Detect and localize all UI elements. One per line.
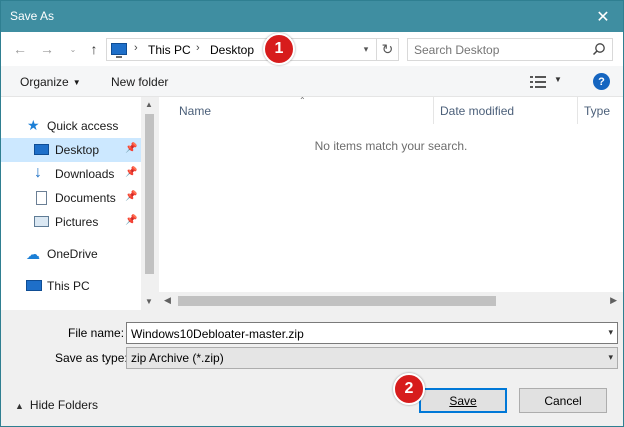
caret-down-icon: ▼ xyxy=(72,78,81,87)
nav-label-documents: Documents xyxy=(55,191,116,205)
star-icon: ★ xyxy=(27,117,40,133)
annotation-badge-2: 2 xyxy=(393,373,425,405)
breadcrumb-chevron-icon[interactable]: › xyxy=(134,42,138,54)
view-details-icon[interactable] xyxy=(530,76,546,88)
scroll-up-icon[interactable]: ▲ xyxy=(145,100,153,109)
file-list-horizontal-scrollbar[interactable]: ◀ ▶ xyxy=(159,292,623,310)
nav-label-pictures: Pictures xyxy=(55,215,99,229)
help-icon[interactable]: ? xyxy=(593,73,610,90)
nav-vertical-scrollbar[interactable]: ▲ ▼ xyxy=(141,97,158,310)
pin-icon[interactable]: 📌 xyxy=(125,167,137,178)
save-as-type-label: Save as type: xyxy=(55,351,128,365)
search-input[interactable] xyxy=(414,41,584,58)
nav-item-downloads[interactable]: ↓ Downloads 📌 xyxy=(1,162,141,186)
column-divider[interactable] xyxy=(577,97,578,124)
up-arrow-icon[interactable]: ↑ xyxy=(85,40,103,58)
breadcrumb-chevron-icon[interactable]: › xyxy=(196,42,200,54)
this-pc-icon xyxy=(111,43,127,58)
scroll-right-icon[interactable]: ▶ xyxy=(610,295,617,306)
nav-item-this-pc[interactable]: This PC xyxy=(1,274,141,298)
hide-folders-button[interactable]: ▲ Hide Folders xyxy=(15,398,98,412)
save-button[interactable]: Save xyxy=(419,388,507,413)
navigation-bar: ← → ⌄ ↑ › This PC › Desktop ▾ ↻ xyxy=(1,32,623,66)
recent-locations-chevron-icon[interactable]: ⌄ xyxy=(64,40,82,58)
organize-label: Organize xyxy=(20,75,69,89)
search-icon[interactable] xyxy=(592,42,606,56)
scroll-left-icon[interactable]: ◀ xyxy=(164,295,171,306)
back-arrow-icon[interactable]: ← xyxy=(11,40,29,58)
column-header-name[interactable]: Name xyxy=(179,97,211,124)
scrollbar-thumb[interactable] xyxy=(145,114,154,274)
annotation-badge-1: 1 xyxy=(263,33,295,65)
file-name-label: File name: xyxy=(68,326,125,340)
forward-arrow-icon[interactable]: → xyxy=(38,40,56,58)
hide-folders-label: Hide Folders xyxy=(29,398,98,412)
pin-icon[interactable]: 📌 xyxy=(125,215,137,226)
file-list: ⌃ Name Date modified Type No items match… xyxy=(159,96,623,310)
scrollbar-thumb[interactable] xyxy=(178,296,496,306)
save-as-type-value: zip Archive (*.zip) xyxy=(131,351,224,365)
column-header-type[interactable]: Type xyxy=(584,97,610,124)
nav-item-onedrive[interactable]: ☁ OneDrive xyxy=(1,242,141,266)
navigation-pane: ★ Quick access Desktop 📌 ↓ Downloads 📌 D… xyxy=(1,97,158,310)
caret-up-icon: ▲ xyxy=(15,401,24,411)
document-icon xyxy=(36,191,47,205)
download-arrow-icon: ↓ xyxy=(34,164,42,181)
nav-label-quick-access: Quick access xyxy=(47,119,119,133)
cancel-button[interactable]: Cancel xyxy=(519,388,607,413)
nav-label-desktop: Desktop xyxy=(55,143,100,157)
search-box[interactable] xyxy=(407,38,613,61)
close-icon[interactable]: ✕ xyxy=(583,1,623,32)
column-header-date-modified[interactable]: Date modified xyxy=(440,97,514,124)
nav-item-documents[interactable]: Documents 📌 xyxy=(1,186,141,210)
view-options-chevron-icon[interactable]: ▼ xyxy=(554,75,562,84)
nav-label-onedrive: OneDrive xyxy=(47,247,98,261)
this-pc-icon xyxy=(26,280,42,291)
save-label: Save xyxy=(449,393,477,408)
save-as-type-select[interactable]: zip Archive (*.zip) ▾ xyxy=(126,347,618,369)
column-divider[interactable] xyxy=(433,97,434,124)
window-title: Save As xyxy=(10,9,55,23)
save-options-panel: File name: ▾ Save as type: zip Archive (… xyxy=(1,310,623,426)
picture-icon xyxy=(34,216,49,227)
organize-button[interactable]: Organize ▼ xyxy=(20,75,81,89)
breadcrumb-desktop[interactable]: Desktop xyxy=(210,43,254,57)
address-dropdown-icon[interactable]: ▾ xyxy=(358,39,374,60)
chevron-down-icon[interactable]: ▾ xyxy=(608,327,613,338)
address-bar[interactable]: › This PC › Desktop ▾ ↻ xyxy=(106,38,399,61)
new-folder-button[interactable]: New folder xyxy=(111,75,168,89)
pin-icon[interactable]: 📌 xyxy=(125,143,137,154)
file-name-field[interactable]: ▾ xyxy=(126,322,618,344)
refresh-icon[interactable]: ↻ xyxy=(376,39,398,60)
save-as-dialog: Save As ✕ ← → ⌄ ↑ › This PC › Desktop ▾ … xyxy=(0,0,624,427)
pin-icon[interactable]: 📌 xyxy=(125,191,137,202)
nav-item-quick-access[interactable]: ★ Quick access xyxy=(1,114,141,138)
nav-label-downloads: Downloads xyxy=(55,167,115,181)
nav-item-desktop[interactable]: Desktop 📌 xyxy=(1,138,141,162)
desktop-icon xyxy=(34,144,49,155)
nav-label-this-pc: This PC xyxy=(47,279,90,293)
command-bar: Organize ▼ New folder ▼ ? xyxy=(1,66,623,97)
chevron-down-icon[interactable]: ▾ xyxy=(608,352,613,363)
cloud-icon: ☁ xyxy=(26,246,40,262)
sort-ascending-icon: ⌃ xyxy=(299,96,306,105)
breadcrumb-this-pc[interactable]: This PC xyxy=(148,43,191,57)
scroll-down-icon[interactable]: ▼ xyxy=(145,297,153,306)
file-name-input[interactable] xyxy=(131,325,591,342)
nav-item-pictures[interactable]: Pictures 📌 xyxy=(1,210,141,234)
title-bar: Save As ✕ xyxy=(1,1,623,32)
empty-message: No items match your search. xyxy=(314,139,468,153)
